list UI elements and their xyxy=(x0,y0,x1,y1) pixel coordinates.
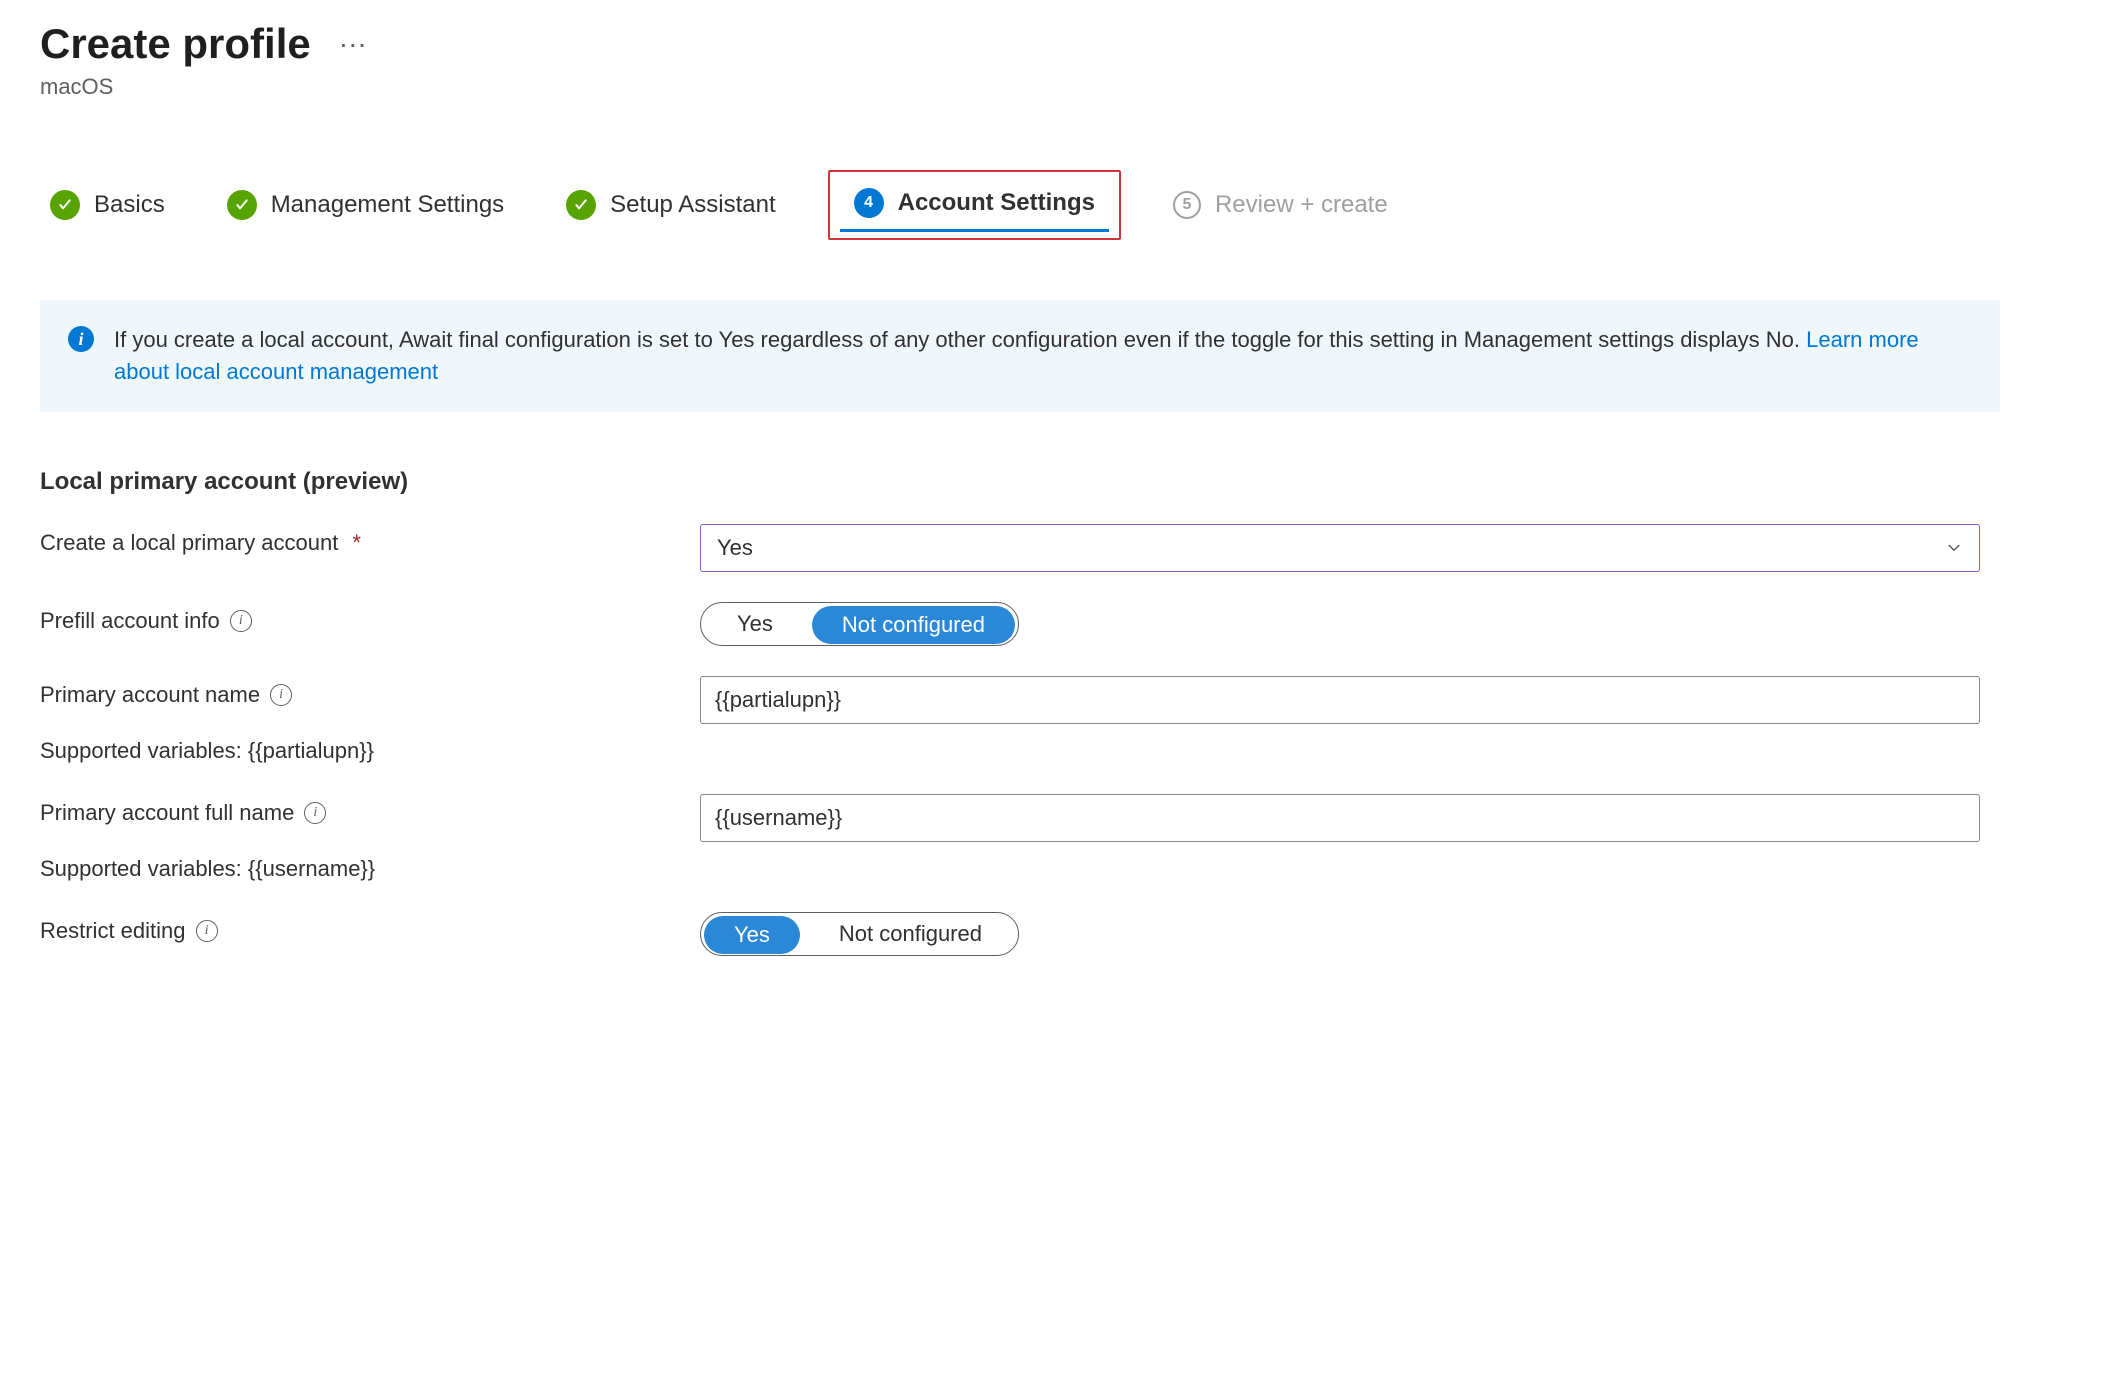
more-actions-icon[interactable]: ··· xyxy=(339,30,367,58)
toggle-option[interactable]: Yes xyxy=(707,606,803,642)
info-banner: i If you create a local account, Await f… xyxy=(40,300,2000,412)
full-name-input[interactable] xyxy=(700,794,1980,842)
section-heading: Local primary account (preview) xyxy=(40,468,2086,496)
create-local-value: Yes xyxy=(717,535,753,561)
wizard-step-4[interactable]: 4 Account Settings xyxy=(828,170,1121,240)
full-name-label: Primary account full name i xyxy=(40,794,700,826)
step-label: Setup Assistant xyxy=(610,191,775,219)
info-hint-icon[interactable]: i xyxy=(230,610,252,632)
wizard-steps: Basics Management Settings Setup Assistant… xyxy=(40,170,2086,240)
page-title: Create profile xyxy=(40,20,311,68)
create-local-dropdown[interactable]: Yes xyxy=(700,524,1980,572)
toggle-option[interactable]: Not configured xyxy=(812,606,1015,644)
step-label: Management Settings xyxy=(271,191,504,219)
restrict-toggle: YesNot configured xyxy=(700,912,1019,956)
info-icon: i xyxy=(68,326,94,352)
account-name-helper: Supported variables: {{partialupn}} xyxy=(40,738,2086,764)
wizard-step-2[interactable]: Management Settings xyxy=(217,182,514,228)
create-local-label: Create a local primary account* xyxy=(40,524,700,556)
prefill-toggle: YesNot configured xyxy=(700,602,1019,646)
info-hint-icon[interactable]: i xyxy=(304,802,326,824)
checkmark-icon xyxy=(566,190,596,220)
step-label: Basics xyxy=(94,191,165,219)
restrict-label: Restrict editing i xyxy=(40,912,700,944)
full-name-helper: Supported variables: {{username}} xyxy=(40,856,2086,882)
account-name-label: Primary account name i xyxy=(40,676,700,708)
info-hint-icon[interactable]: i xyxy=(270,684,292,706)
step-number-badge: 5 xyxy=(1173,191,1201,219)
checkmark-icon xyxy=(227,190,257,220)
wizard-step-1[interactable]: Basics xyxy=(40,182,175,228)
required-mark: * xyxy=(352,530,361,556)
wizard-step-5: 5 Review + create xyxy=(1163,183,1398,227)
info-hint-icon[interactable]: i xyxy=(196,920,218,942)
checkmark-icon xyxy=(50,190,80,220)
form: Create a local primary account* Yes Pref… xyxy=(40,524,2086,956)
step-number-badge: 4 xyxy=(854,188,884,218)
toggle-option[interactable]: Not configured xyxy=(809,916,1012,952)
step-label: Review + create xyxy=(1215,191,1388,219)
toggle-option[interactable]: Yes xyxy=(704,916,800,954)
wizard-step-3[interactable]: Setup Assistant xyxy=(556,182,785,228)
step-label: Account Settings xyxy=(898,189,1095,217)
page-subtitle: macOS xyxy=(40,74,2086,100)
prefill-label: Prefill account info i xyxy=(40,602,700,634)
info-banner-text: If you create a local account, Await fin… xyxy=(114,324,1972,388)
chevron-down-icon xyxy=(1945,539,1963,557)
account-name-input[interactable] xyxy=(700,676,1980,724)
